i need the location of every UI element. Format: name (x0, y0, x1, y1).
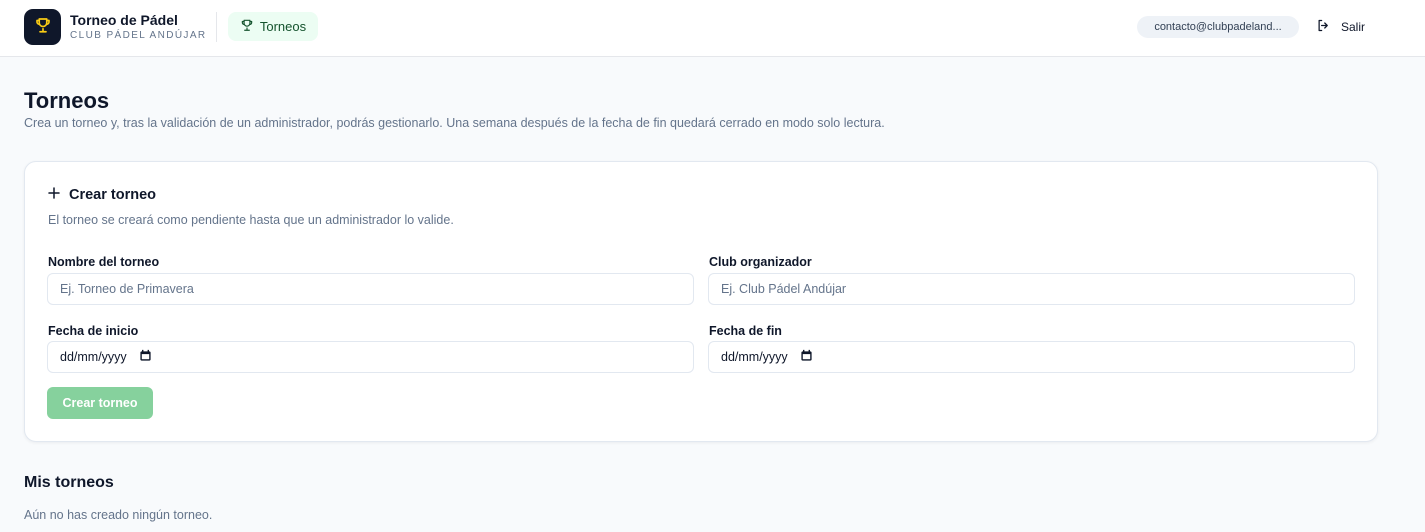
app-logo (24, 9, 61, 45)
card-title-text: Crear torneo (69, 187, 157, 203)
nav-item-torneos[interactable]: Torneos (228, 12, 318, 41)
create-tournament-card: Crear torneo El torneo se creará como pe… (24, 161, 1378, 442)
app-title: Torneo de Pádel (70, 12, 178, 28)
logout-label: Salir (1341, 20, 1366, 34)
user-email-badge: contacto@clubpadeland... (1137, 16, 1299, 38)
calendar-icon[interactable] (800, 349, 813, 365)
trophy-icon (240, 18, 254, 35)
start-date-input[interactable]: dd/mm/yyyy (47, 341, 694, 373)
tournament-name-input[interactable] (47, 273, 694, 305)
start-date-value: dd/mm/yyyy (60, 350, 127, 364)
start-date-label: Fecha de inicio (48, 324, 139, 338)
card-description: El torneo se creará como pendiente hasta… (48, 213, 454, 227)
page-title: Torneos (24, 88, 110, 113)
club-label: Club organizador (709, 255, 812, 269)
app-subtitle: CLUB PÁDEL ANDÚJAR (70, 30, 207, 41)
logout-button[interactable]: Salir (1316, 18, 1365, 36)
end-date-label: Fecha de fin (709, 324, 782, 338)
card-title: Crear torneo (48, 187, 156, 203)
logout-icon (1316, 18, 1331, 36)
tournament-name-label: Nombre del torneo (48, 255, 160, 269)
my-tournaments-title: Mis torneos (24, 474, 114, 491)
end-date-input[interactable]: dd/mm/yyyy (708, 341, 1355, 373)
calendar-icon[interactable] (139, 349, 152, 365)
page-description: Crea un torneo y, tras la validación de … (24, 116, 885, 130)
top-navbar: Torneo de Pádel CLUB PÁDEL ANDÚJAR Torne… (0, 0, 1425, 57)
empty-state-message: Aún no has creado ningún torneo. (24, 508, 213, 522)
header-divider (216, 12, 217, 42)
end-date-value: dd/mm/yyyy (721, 350, 788, 364)
club-input[interactable] (708, 273, 1355, 305)
create-tournament-button[interactable]: Crear torneo (47, 387, 153, 419)
nav-item-label: Torneos (259, 19, 307, 34)
plus-icon (48, 187, 60, 203)
trophy-icon (34, 16, 52, 39)
